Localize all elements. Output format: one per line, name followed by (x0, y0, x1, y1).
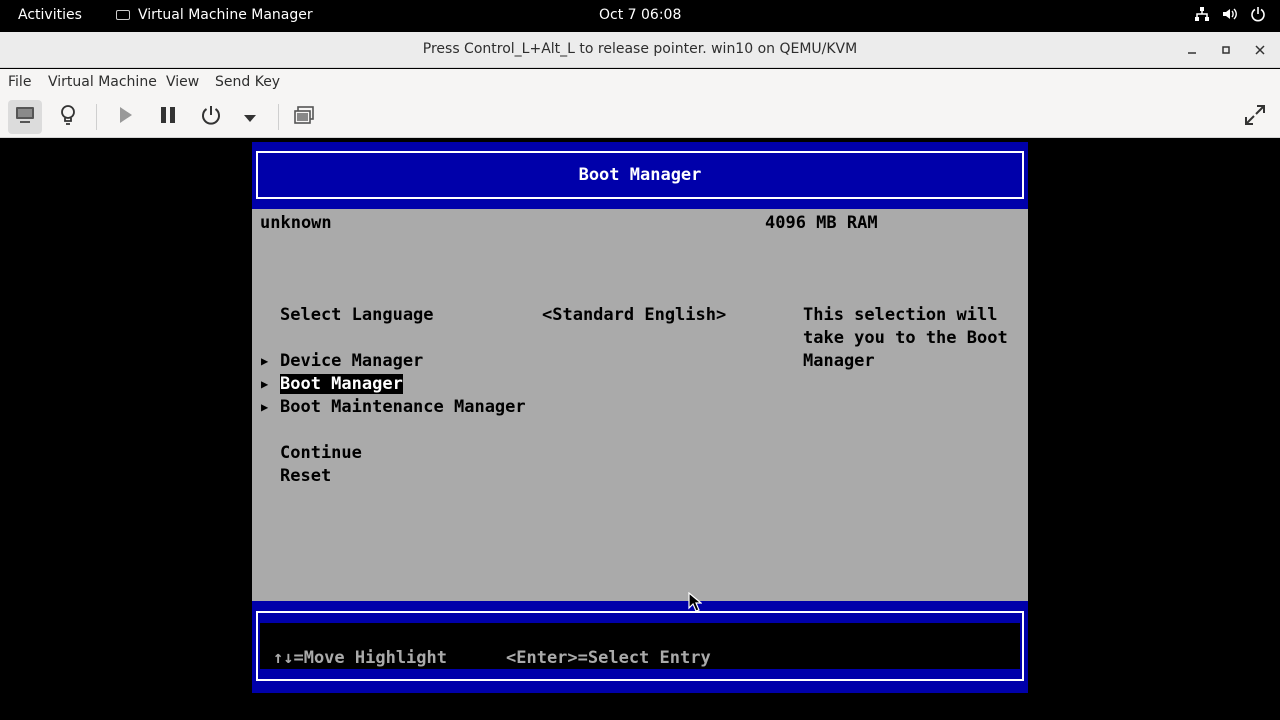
vm-console-display[interactable]: Boot Manager unknown 4096 MB RAM Select … (0, 138, 1280, 720)
submenu-arrow-icon: ▶ (261, 377, 269, 391)
system-status-area[interactable] (1194, 6, 1266, 22)
window-title-bar[interactable]: Press Control_L+Alt_L to release pointer… (0, 32, 1280, 68)
toolbar-separator (96, 104, 97, 130)
menu-virtual-machine[interactable]: Virtual Machine (48, 74, 157, 90)
snapshots-button[interactable] (287, 100, 321, 134)
maximize-button[interactable] (1216, 40, 1236, 60)
run-button[interactable] (108, 100, 142, 134)
console-view-button[interactable] (8, 100, 42, 134)
bios-footer: ↑↓=Move Highlight <Enter>=Select Entry (252, 601, 1028, 693)
network-icon (1194, 6, 1210, 22)
power-icon (1250, 6, 1266, 22)
pause-icon (158, 105, 178, 129)
details-view-button[interactable] (51, 100, 85, 134)
platform-label: unknown (260, 213, 332, 233)
help-text-line-2: take you to the Boot (803, 328, 1008, 348)
menu-item-continue[interactable]: Continue (280, 443, 362, 463)
help-text-line-1: This selection will (803, 305, 998, 325)
toolbar-separator (278, 104, 279, 130)
menu-send-key[interactable]: Send Key (215, 74, 280, 90)
toolbar (0, 96, 1280, 138)
menu-item-boot-maintenance-manager[interactable]: Boot Maintenance Manager (280, 397, 526, 417)
window-title: Press Control_L+Alt_L to release pointer… (422, 41, 858, 57)
menu-file[interactable]: File (8, 74, 31, 90)
pause-button[interactable] (151, 100, 185, 134)
fullscreen-icon (1243, 103, 1267, 131)
menu-bar: File Virtual Machine View Send Key (0, 69, 1280, 96)
fullscreen-button[interactable] (1238, 100, 1272, 134)
mouse-pointer-icon (688, 591, 703, 616)
select-language-label[interactable]: Select Language (280, 305, 434, 325)
app-menu-label: Virtual Machine Manager (138, 7, 313, 23)
play-icon (115, 105, 135, 129)
snapshot-icon (293, 105, 315, 129)
uefi-boot-screen: Boot Manager unknown 4096 MB RAM Select … (252, 142, 1028, 693)
chevron-down-icon (244, 108, 256, 127)
virt-manager-app-icon (116, 10, 130, 20)
bios-header: Boot Manager (252, 142, 1028, 209)
submenu-arrow-icon: ▶ (261, 400, 269, 414)
footer-select-hint: <Enter>=Select Entry (506, 648, 711, 668)
volume-icon (1222, 6, 1238, 22)
ram-label: 4096 MB RAM (765, 213, 878, 233)
menu-view[interactable]: View (166, 74, 199, 90)
power-icon (200, 104, 222, 130)
help-text-line-3: Manager (803, 351, 875, 371)
monitor-icon (14, 105, 36, 129)
bios-header-title: Boot Manager (578, 165, 702, 185)
shutdown-menu-button[interactable] (233, 100, 267, 134)
menu-item-device-manager[interactable]: Device Manager (280, 351, 423, 371)
menu-item-reset[interactable]: Reset (280, 466, 331, 486)
close-button[interactable] (1250, 40, 1270, 60)
shutdown-button[interactable] (194, 100, 228, 134)
language-value[interactable]: <Standard English> (542, 305, 726, 325)
app-menu[interactable]: Virtual Machine Manager (116, 7, 313, 23)
lightbulb-icon (58, 104, 78, 130)
menu-item-boot-manager[interactable]: Boot Manager (280, 374, 403, 394)
gnome-top-bar: Activities Virtual Machine Manager Oct 7… (0, 0, 1280, 32)
footer-move-hint: ↑↓=Move Highlight (273, 648, 447, 668)
activities-button[interactable]: Activities (18, 7, 82, 23)
minimize-button[interactable] (1182, 40, 1202, 60)
clock[interactable]: Oct 7 06:08 (599, 7, 681, 23)
submenu-arrow-icon: ▶ (261, 354, 269, 368)
